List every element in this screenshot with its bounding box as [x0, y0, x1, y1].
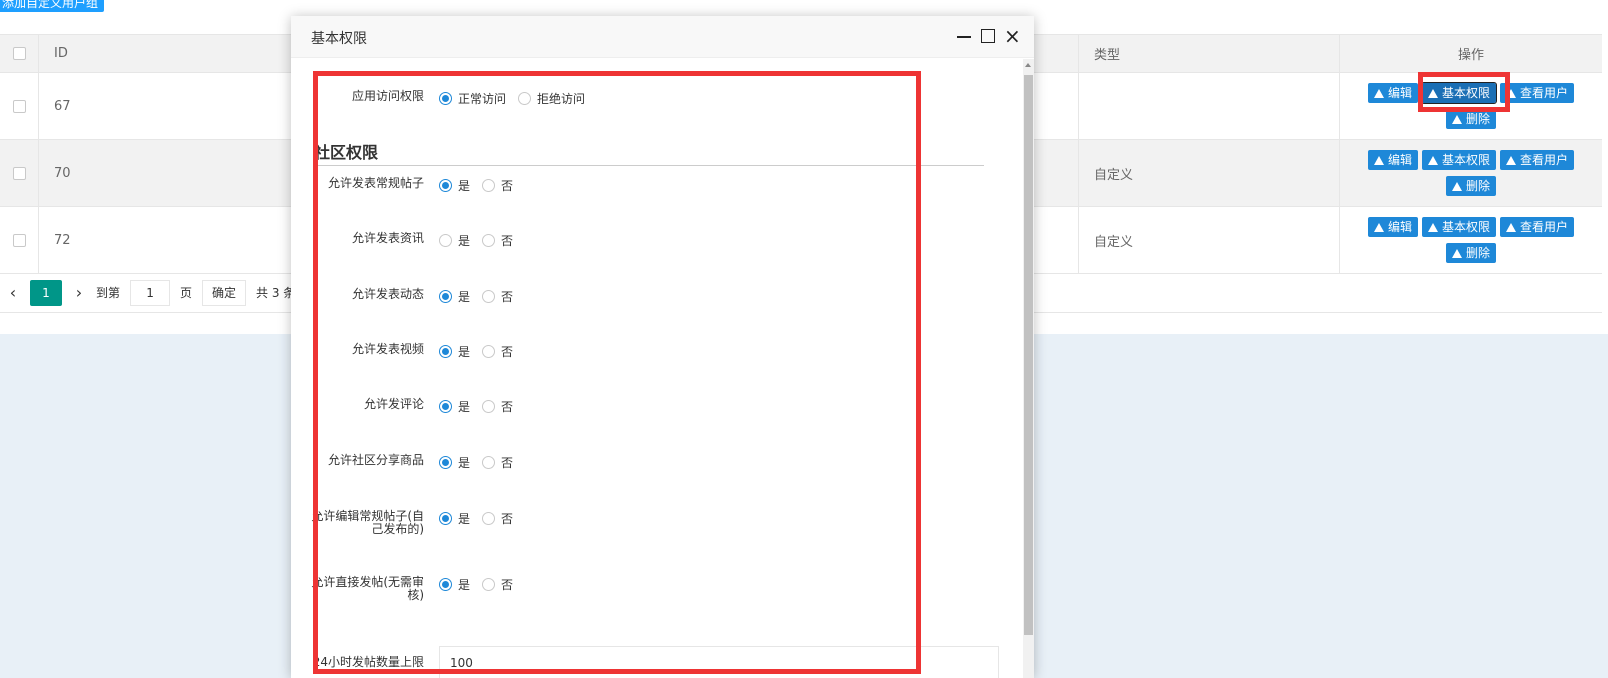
goto-label: 到第: [96, 286, 121, 300]
scroll-up-icon[interactable]: [1025, 63, 1031, 67]
minimize-icon[interactable]: [956, 28, 972, 44]
modal-title: 基本权限: [311, 31, 367, 47]
warning-icon: [1427, 155, 1438, 165]
warning-icon: [1373, 88, 1384, 98]
edit-button[interactable]: 编辑: [1367, 217, 1418, 237]
row-id: 70: [54, 165, 71, 181]
row-type: 自定义: [1094, 167, 1134, 183]
view-users-button[interactable]: 查看用户: [1500, 83, 1575, 103]
edit-button[interactable]: 编辑: [1367, 83, 1418, 103]
scroll-thumb[interactable]: [1024, 75, 1033, 635]
view-users-button[interactable]: 查看用户: [1500, 150, 1575, 170]
highlight-box-permission-button: [1418, 72, 1510, 112]
delete-button[interactable]: 删除: [1445, 243, 1496, 263]
next-page-icon[interactable]: ›: [72, 283, 86, 302]
view-users-button[interactable]: 查看用户: [1500, 217, 1575, 237]
warning-icon: [1373, 155, 1384, 165]
header-type: 类型: [1094, 48, 1121, 63]
warning-icon: [1506, 155, 1516, 165]
header-id: ID: [54, 46, 68, 61]
prev-page-icon[interactable]: ‹: [6, 283, 20, 302]
modal-scrollbar[interactable]: [1023, 59, 1034, 678]
goto-confirm-button[interactable]: 确定: [202, 279, 247, 306]
close-icon[interactable]: ×: [1004, 26, 1021, 46]
edit-button[interactable]: 编辑: [1367, 150, 1418, 170]
warning-icon: [1451, 181, 1462, 191]
page-unit-label: 页: [180, 286, 193, 300]
row-id: 72: [54, 232, 71, 248]
highlight-box-form: [313, 71, 921, 674]
delete-button[interactable]: 删除: [1445, 176, 1496, 196]
row-checkbox[interactable]: [12, 99, 26, 113]
row-checkbox[interactable]: [12, 233, 26, 247]
row-type: 自定义: [1094, 234, 1134, 250]
warning-icon: [1427, 222, 1438, 232]
basic-permission-button[interactable]: 基本权限: [1421, 217, 1496, 237]
total-count: 共 3 条: [256, 286, 296, 300]
warning-icon: [1373, 222, 1384, 232]
warning-icon: [1451, 114, 1462, 124]
page-number-input[interactable]: 1: [130, 279, 171, 306]
warning-icon: [1506, 222, 1516, 232]
maximize-icon[interactable]: [981, 29, 995, 43]
row-checkbox[interactable]: [12, 166, 26, 180]
header-ops: 操作: [1457, 48, 1484, 63]
warning-icon: [1451, 248, 1462, 258]
add-user-group-button[interactable]: 添加自定义用户组: [0, 0, 104, 12]
row-id: 67: [54, 98, 71, 114]
current-page[interactable]: 1: [30, 279, 62, 306]
basic-permission-button[interactable]: 基本权限: [1421, 150, 1496, 170]
delete-button[interactable]: 删除: [1445, 109, 1496, 129]
select-all-checkbox[interactable]: [12, 47, 26, 60]
modal-header: 基本权限 ×: [291, 16, 1034, 58]
